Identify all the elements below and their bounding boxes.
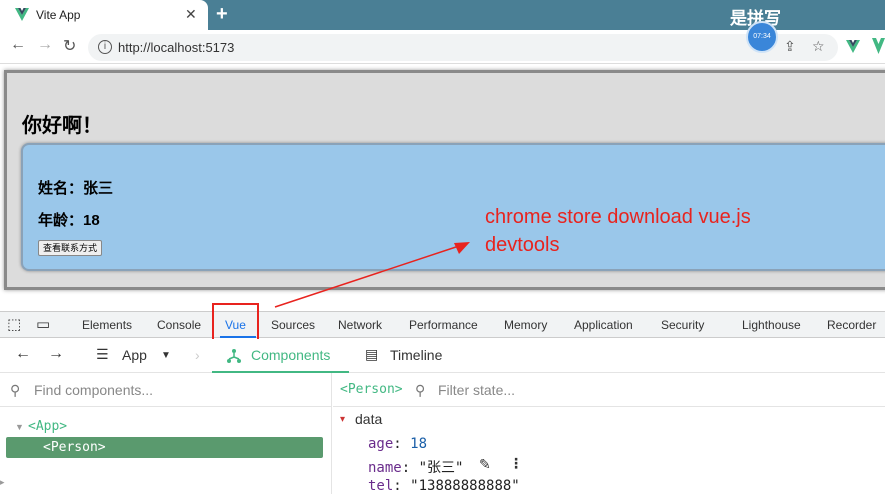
- find-components-bar[interactable]: ⚲ Find components...: [0, 373, 332, 407]
- back-icon[interactable]: ←: [15, 345, 31, 363]
- address-bar[interactable]: i http://localhost:5173: [88, 34, 838, 61]
- inspect-element-icon[interactable]: ⬚: [7, 315, 21, 333]
- tab-sources[interactable]: Sources: [271, 318, 315, 332]
- state-inspector-pane: <Person> ⚲ Filter state... ▾ data age: 1…: [333, 373, 885, 494]
- tab-memory[interactable]: Memory: [504, 318, 547, 332]
- caret-down-icon[interactable]: ▼: [15, 422, 24, 432]
- reload-icon[interactable]: ↻: [63, 36, 76, 56]
- extension-icon[interactable]: [872, 38, 885, 54]
- app-selector-icon: ☰: [96, 346, 109, 362]
- age-text: 年龄：18: [38, 212, 100, 229]
- page-heading: 你好啊！: [22, 115, 102, 137]
- tab-recorder[interactable]: Recorder: [827, 318, 876, 332]
- filter-state-input[interactable]: Filter state...: [438, 382, 515, 398]
- more-options-icon[interactable]: ⋮: [509, 455, 523, 472]
- filter-state-bar[interactable]: <Person> ⚲ Filter state...: [333, 373, 885, 407]
- device-toolbar-icon[interactable]: ▭: [36, 315, 50, 333]
- tree-node-app[interactable]: <App>: [28, 419, 67, 434]
- chevron-right-icon: ›: [195, 347, 200, 363]
- devtools-tab-bar: ⬚ ▭ Elements Console Vue Sources Network…: [0, 311, 885, 338]
- tab-components[interactable]: Components: [251, 347, 330, 363]
- tab-title: Vite App: [36, 8, 81, 22]
- page-viewport: 你好啊！ 姓名：张三 年龄：18 查看联系方式 chrome store dow…: [0, 64, 885, 310]
- new-tab-button[interactable]: +: [216, 3, 228, 26]
- vue-logo-icon: [15, 8, 29, 21]
- edit-icon[interactable]: ✎: [479, 456, 491, 473]
- expand-icon[interactable]: ▸: [0, 477, 5, 488]
- browser-tab[interactable]: Vite App ✕: [0, 0, 208, 30]
- back-icon[interactable]: ←: [10, 36, 26, 54]
- tab-timeline[interactable]: Timeline: [390, 347, 442, 363]
- bookmark-star-icon[interactable]: ☆: [812, 38, 825, 55]
- data-section-label[interactable]: data: [355, 411, 382, 427]
- tab-lighthouse[interactable]: Lighthouse: [742, 318, 801, 332]
- timeline-icon: ▤: [365, 346, 379, 362]
- chevron-down-icon[interactable]: ▼: [161, 350, 171, 361]
- find-components-input[interactable]: Find components...: [34, 382, 153, 398]
- vue-devtools-extension-icon[interactable]: [846, 40, 860, 53]
- forward-icon[interactable]: →: [37, 36, 53, 54]
- tab-application[interactable]: Application: [574, 318, 633, 332]
- state-prop-age[interactable]: age: 18: [368, 436, 427, 452]
- name-text: 姓名：张三: [38, 180, 114, 197]
- tab-security[interactable]: Security: [661, 318, 704, 332]
- tab-network[interactable]: Network: [338, 318, 382, 332]
- site-info-icon[interactable]: i: [98, 40, 112, 54]
- state-prop-tel[interactable]: tel: "13888888888": [368, 478, 520, 494]
- app-selector[interactable]: App: [122, 347, 147, 363]
- selected-component-label: <Person>: [340, 382, 403, 397]
- forward-icon[interactable]: →: [48, 345, 64, 363]
- vue-devtools-toolbar: ← → ☰ App ▼ › Components ▤ Timeline: [0, 339, 885, 373]
- view-contact-button[interactable]: 查看联系方式: [38, 240, 103, 256]
- component-tree-pane: ⚲ Find components... ▼ <App> <Person> ▸: [0, 373, 332, 494]
- share-icon[interactable]: ⇪: [784, 38, 796, 55]
- tree-node-person[interactable]: <Person>: [6, 437, 323, 458]
- search-icon: ⚲: [10, 382, 21, 398]
- tab-performance[interactable]: Performance: [409, 318, 478, 332]
- close-tab-icon[interactable]: ✕: [185, 6, 197, 23]
- tab-console[interactable]: Console: [157, 318, 201, 332]
- avatar-bubble: 07:34: [746, 21, 778, 53]
- caret-down-icon[interactable]: ▾: [340, 414, 345, 425]
- tab-elements[interactable]: Elements: [82, 318, 132, 332]
- state-prop-name[interactable]: name: "张三": [368, 457, 463, 477]
- components-icon: [227, 349, 241, 363]
- tree-node-person-label: <Person>: [43, 440, 106, 455]
- annotation-text: chrome store download vue.js devtools: [485, 206, 751, 256]
- url-text[interactable]: http://localhost:5173: [118, 40, 234, 55]
- search-icon: ⚲: [415, 382, 426, 398]
